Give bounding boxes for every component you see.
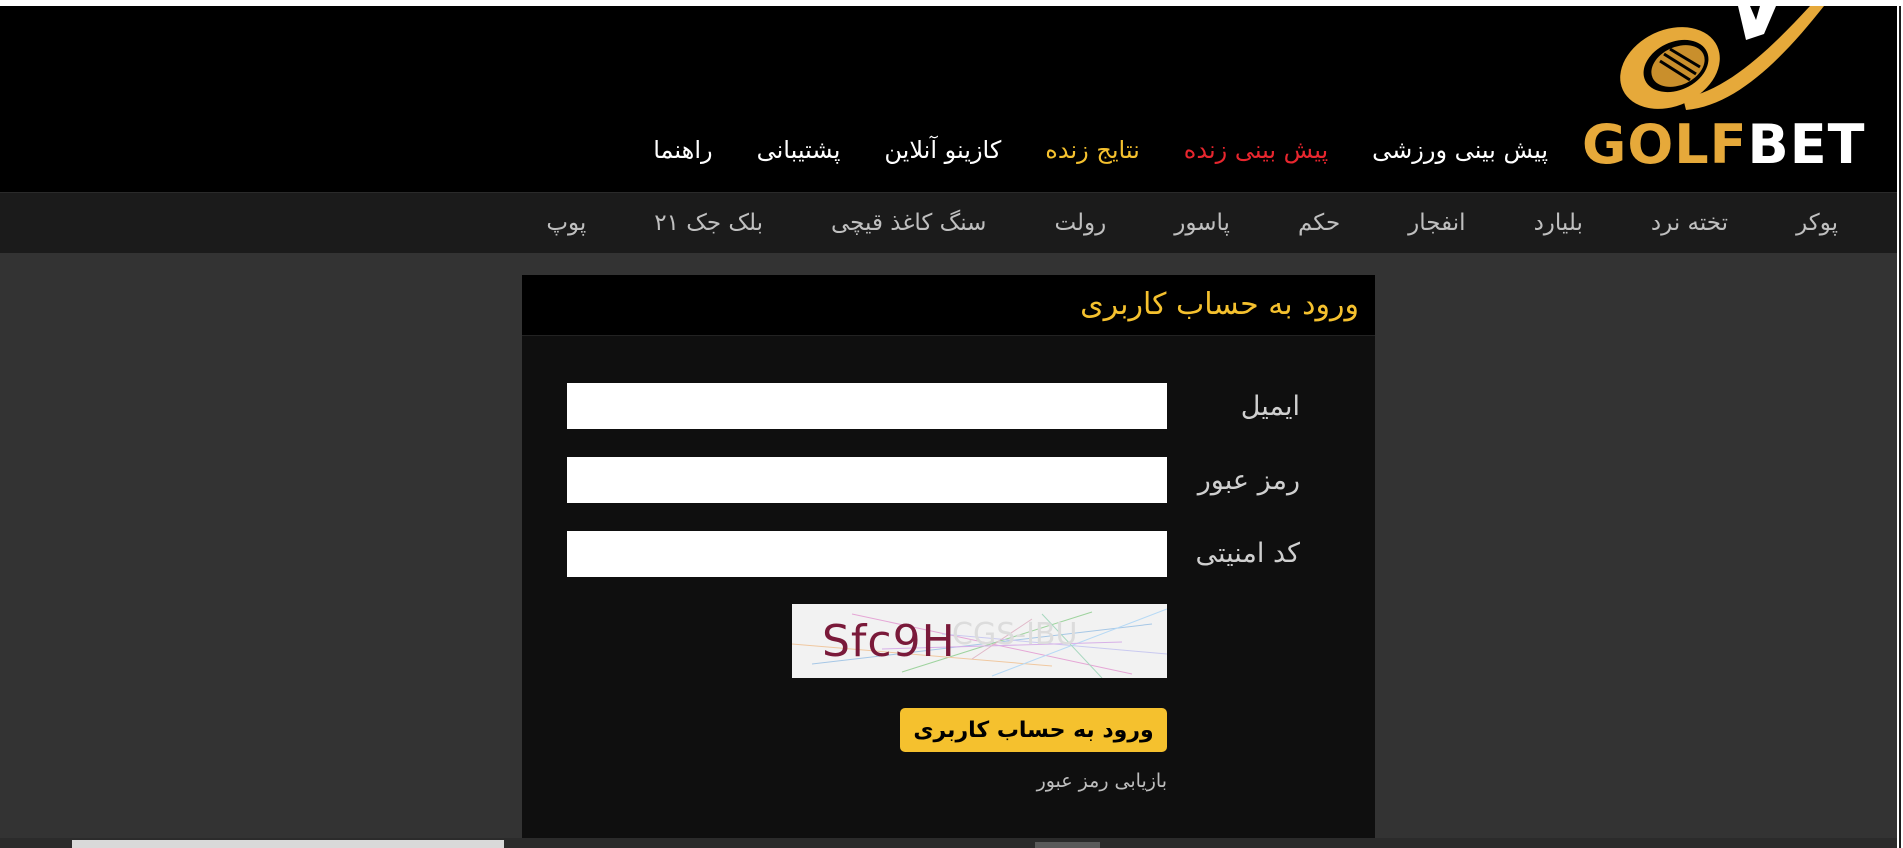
subnav-item-pop[interactable]: پوپ — [546, 193, 586, 253]
nav-support[interactable]: پشتیبانی — [757, 132, 841, 168]
nav-help[interactable]: راهنما — [653, 132, 712, 168]
subnav-item-crash[interactable]: انفجار — [1408, 193, 1465, 253]
captcha-label: کد امنیتی — [1195, 538, 1300, 569]
main-nav: پیش بینی ورزشی پیش بینی زنده نتایج زنده … — [609, 132, 1548, 168]
nav-live-results[interactable]: نتایج زنده — [1045, 132, 1139, 168]
logo-bet-text: BET — [1747, 113, 1866, 176]
svg-text:CGS-IBU: CGS-IBU — [952, 617, 1077, 652]
login-title: ورود به حساب کاربری — [1080, 287, 1359, 322]
scroll-indicator — [1035, 842, 1100, 848]
subnav-item-poker[interactable]: پوکر — [1796, 193, 1838, 253]
login-submit-button[interactable]: ورود به حساب کاربری — [900, 708, 1167, 752]
nav-online-casino[interactable]: کازینو آنلاین — [884, 132, 1001, 168]
captcha-code: Sfc9H — [822, 616, 956, 667]
subnav-item-rock-paper-scissors[interactable]: سنگ کاغذ قیچی — [831, 193, 986, 253]
password-field[interactable] — [567, 457, 1167, 503]
nav-sports-betting[interactable]: پیش بینی ورزشی — [1372, 132, 1548, 168]
site-logo[interactable]: GOLFBET — [1578, 6, 1864, 174]
subnav-item-roulette[interactable]: رولت — [1054, 193, 1106, 253]
subnav-item-hokm[interactable]: حکم — [1298, 193, 1340, 253]
nav-live-betting[interactable]: پیش بینی زنده — [1184, 132, 1328, 168]
password-label: رمز عبور — [1197, 465, 1300, 496]
subnav-item-billiards[interactable]: بلیارد — [1534, 193, 1583, 253]
subnav-item-pasur[interactable]: پاسور — [1174, 193, 1230, 253]
horizontal-scrollbar-thumb[interactable] — [72, 840, 504, 848]
email-label: ایمیل — [1240, 391, 1300, 422]
games-subnav: پوکر تخته نرد بلیارد انفجار حکم پاسور رو… — [0, 192, 1897, 253]
email-field[interactable] — [567, 383, 1167, 429]
golf-club-icon — [1620, 6, 1824, 110]
logo-golf-text: GOLF — [1582, 113, 1748, 176]
captcha-image: CGS-IBU Sfc9H — [792, 604, 1167, 678]
login-panel: ورود به حساب کاربری ایمیل رمز عبور کد ام… — [522, 275, 1375, 848]
captcha-field[interactable] — [567, 531, 1167, 577]
subnav-item-blackjack[interactable]: بلک جک ۲۱ — [654, 193, 763, 253]
forgot-password-link[interactable]: بازیابی رمز عبور — [1037, 770, 1167, 792]
subnav-item-backgammon[interactable]: تخته نرد — [1651, 193, 1728, 253]
logo-wordmark: GOLFBET — [1582, 118, 1865, 172]
login-panel-header: ورود به حساب کاربری — [522, 275, 1375, 336]
vertical-scrollbar[interactable] — [1899, 6, 1901, 848]
